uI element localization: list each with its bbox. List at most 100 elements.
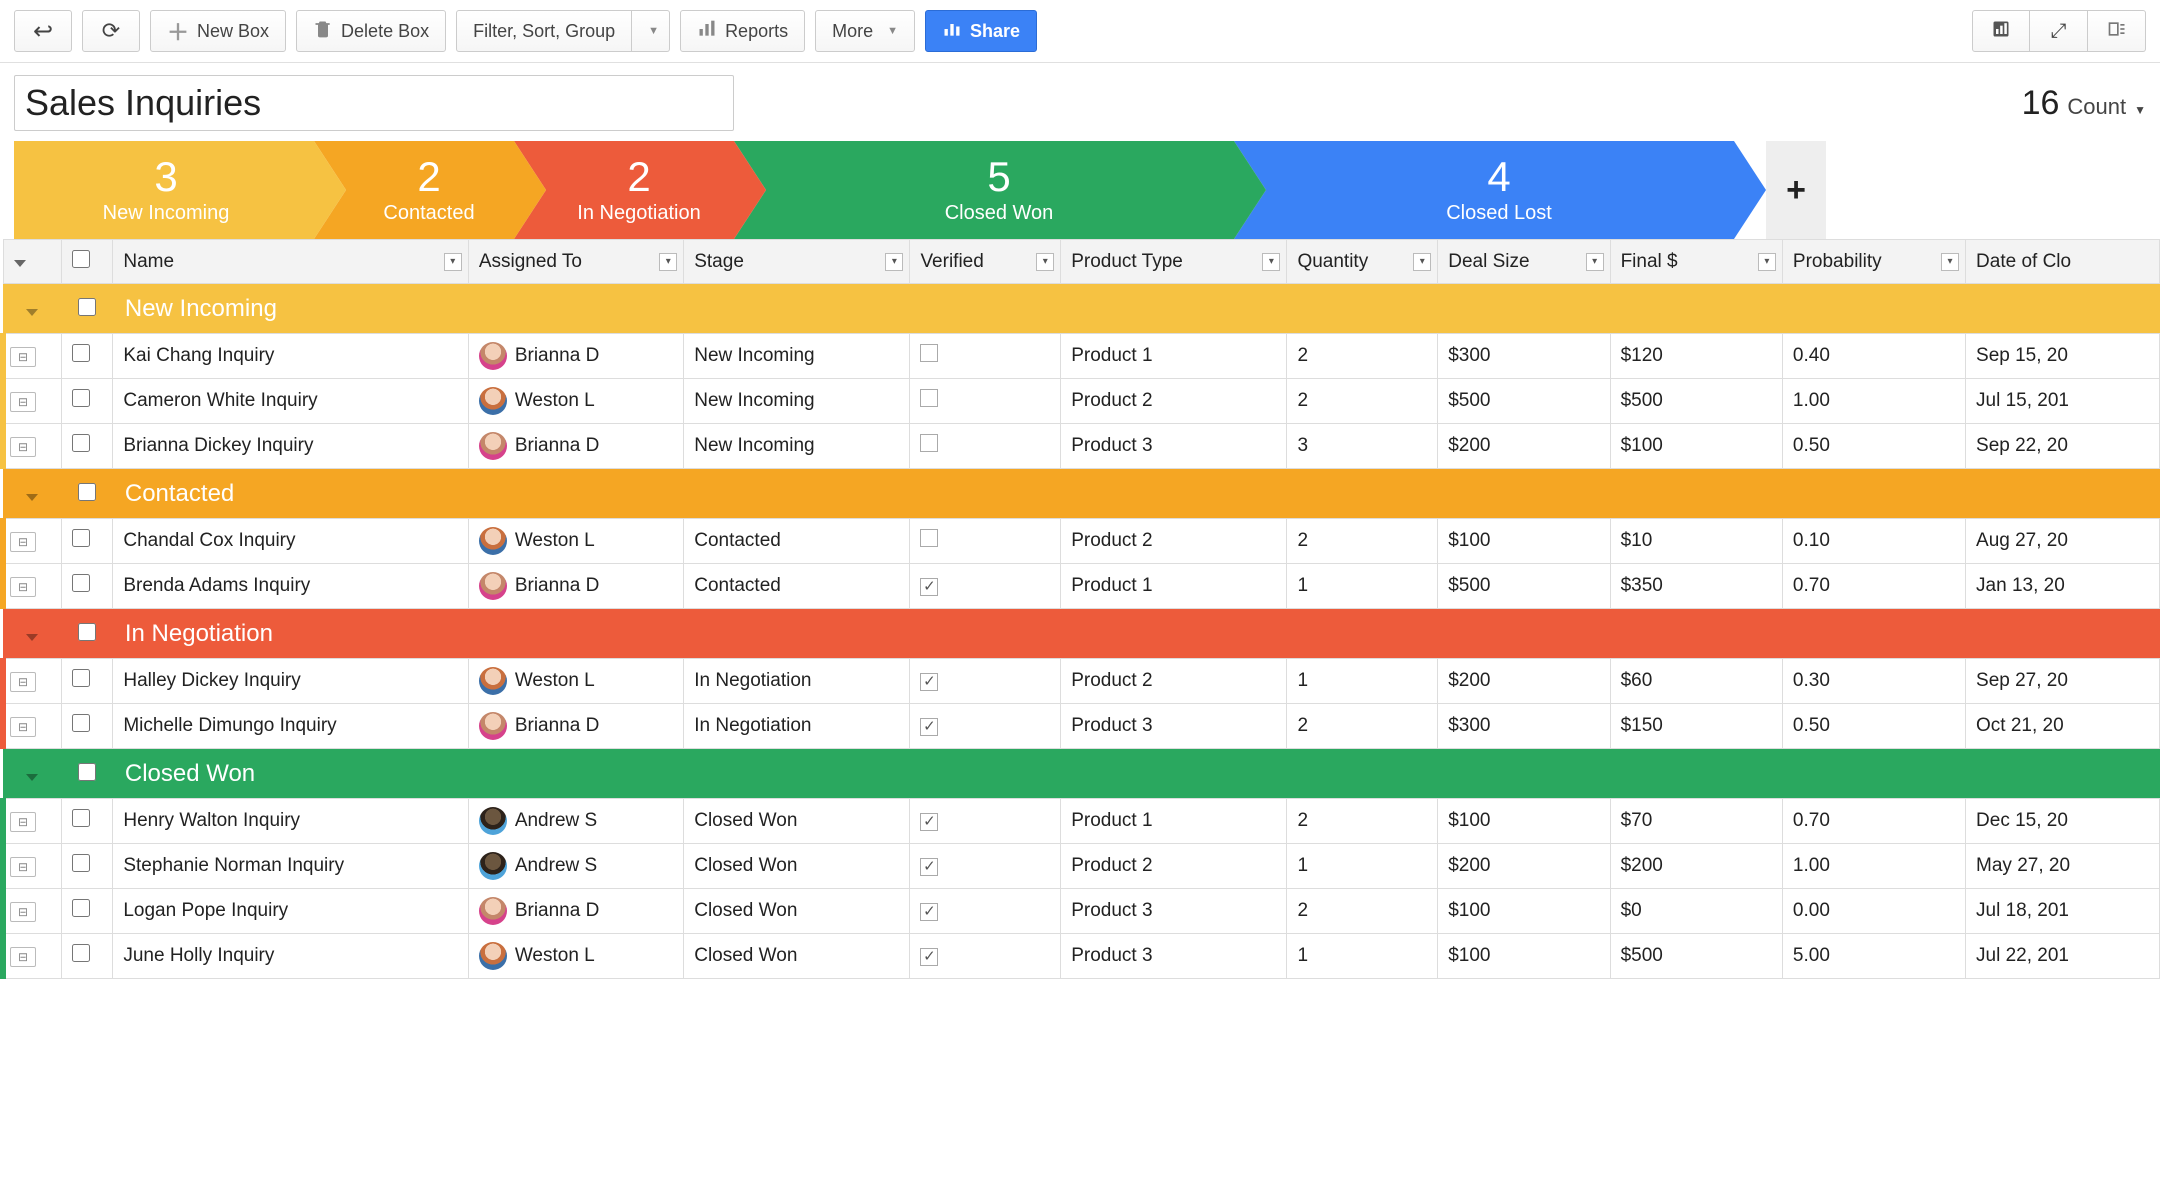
cell-deal-size[interactable]: $200	[1438, 844, 1610, 889]
verified-checkbox[interactable]	[920, 344, 938, 362]
record-count[interactable]: 16 Count ▼	[2022, 84, 2146, 123]
filter-main[interactable]: Filter, Sort, Group	[456, 10, 632, 52]
row-handle-cell[interactable]: ⊟	[3, 379, 61, 424]
group-select[interactable]	[61, 749, 113, 799]
row-expand-icon[interactable]: ⊟	[10, 392, 36, 412]
cell-final[interactable]: $60	[1610, 659, 1782, 704]
group-expand[interactable]	[3, 609, 61, 659]
cell-name[interactable]: Kai Chang Inquiry	[113, 334, 468, 379]
col-probability[interactable]: Probability▾	[1782, 240, 1965, 284]
cell-final[interactable]: $350	[1610, 564, 1782, 609]
row-checkbox[interactable]	[72, 669, 90, 687]
cell-name[interactable]: Cameron White Inquiry	[113, 379, 468, 424]
row-expand-icon[interactable]: ⊟	[10, 532, 36, 552]
row-handle-cell[interactable]: ⊟	[3, 334, 61, 379]
cell-name[interactable]: Chandal Cox Inquiry	[113, 519, 468, 564]
cell-name[interactable]: Halley Dickey Inquiry	[113, 659, 468, 704]
cell-product-type[interactable]: Product 3	[1061, 934, 1287, 979]
cell-name[interactable]: Michelle Dimungo Inquiry	[113, 704, 468, 749]
cell-quantity[interactable]: 1	[1287, 564, 1438, 609]
select-all-checkbox[interactable]	[72, 250, 90, 268]
cell-stage[interactable]: New Incoming	[684, 424, 910, 469]
table-row[interactable]: ⊟ Cameron White Inquiry Weston L New Inc…	[3, 379, 2160, 424]
cell-final[interactable]: $100	[1610, 424, 1782, 469]
cell-date[interactable]: Sep 27, 20	[1966, 659, 2160, 704]
cell-verified[interactable]	[910, 564, 1061, 609]
row-select-cell[interactable]	[61, 564, 113, 609]
cell-stage[interactable]: Closed Won	[684, 799, 910, 844]
group-checkbox[interactable]	[78, 763, 96, 781]
row-select-cell[interactable]	[61, 934, 113, 979]
row-checkbox[interactable]	[72, 344, 90, 362]
cell-assigned-to[interactable]: Brianna D	[468, 704, 683, 749]
cell-quantity[interactable]: 2	[1287, 704, 1438, 749]
cell-probability[interactable]: 0.50	[1782, 704, 1965, 749]
new-box-button[interactable]: ＋ New Box	[150, 10, 286, 52]
cell-deal-size[interactable]: $500	[1438, 564, 1610, 609]
cell-date[interactable]: Sep 22, 20	[1966, 424, 2160, 469]
cell-final[interactable]: $500	[1610, 379, 1782, 424]
col-date-close[interactable]: Date of Clo	[1966, 240, 2160, 284]
cell-assigned-to[interactable]: Weston L	[468, 934, 683, 979]
share-button[interactable]: Share	[925, 10, 1037, 52]
cell-verified[interactable]	[910, 334, 1061, 379]
cell-stage[interactable]: In Negotiation	[684, 704, 910, 749]
table-row[interactable]: ⊟ Chandal Cox Inquiry Weston L Contacted…	[3, 519, 2160, 564]
delete-box-button[interactable]: Delete Box	[296, 10, 446, 52]
verified-checkbox[interactable]	[920, 903, 938, 921]
verified-checkbox[interactable]	[920, 948, 938, 966]
cell-product-type[interactable]: Product 3	[1061, 704, 1287, 749]
table-row[interactable]: ⊟ Michelle Dimungo Inquiry Brianna D In …	[3, 704, 2160, 749]
col-product-type[interactable]: Product Type▾	[1061, 240, 1287, 284]
cell-stage[interactable]: In Negotiation	[684, 659, 910, 704]
group-header[interactable]: Contacted	[3, 469, 2160, 519]
cell-name[interactable]: Brianna Dickey Inquiry	[113, 424, 468, 469]
verified-checkbox[interactable]	[920, 434, 938, 452]
refresh-button[interactable]: ⟳	[82, 10, 140, 52]
row-expand-icon[interactable]: ⊟	[10, 717, 36, 737]
cell-verified[interactable]	[910, 889, 1061, 934]
verified-checkbox[interactable]	[920, 673, 938, 691]
group-expand[interactable]	[3, 749, 61, 799]
cell-final[interactable]: $150	[1610, 704, 1782, 749]
row-handle-cell[interactable]: ⊟	[3, 659, 61, 704]
cell-product-type[interactable]: Product 2	[1061, 379, 1287, 424]
row-expand-icon[interactable]: ⊟	[10, 672, 36, 692]
filter-dropdown[interactable]: ▼	[632, 10, 670, 52]
col-name[interactable]: Name▾	[113, 240, 468, 284]
view-expand-button[interactable]: ⤢	[2030, 10, 2088, 52]
row-expand-icon[interactable]: ⊟	[10, 902, 36, 922]
cell-date[interactable]: Oct 21, 20	[1966, 704, 2160, 749]
cell-date[interactable]: May 27, 20	[1966, 844, 2160, 889]
cell-probability[interactable]: 0.00	[1782, 889, 1965, 934]
cell-probability[interactable]: 0.50	[1782, 424, 1965, 469]
cell-assigned-to[interactable]: Brianna D	[468, 334, 683, 379]
cell-assigned-to[interactable]: Weston L	[468, 519, 683, 564]
view-chart-button[interactable]	[1972, 10, 2030, 52]
group-checkbox[interactable]	[78, 483, 96, 501]
row-select-cell[interactable]	[61, 519, 113, 564]
cell-assigned-to[interactable]: Brianna D	[468, 564, 683, 609]
row-expand-icon[interactable]: ⊟	[10, 437, 36, 457]
cell-name[interactable]: June Holly Inquiry	[113, 934, 468, 979]
cell-product-type[interactable]: Product 1	[1061, 799, 1287, 844]
row-checkbox[interactable]	[72, 529, 90, 547]
pipeline-stage[interactable]: 2 In Negotiation	[514, 141, 734, 239]
group-header[interactable]: Closed Won	[3, 749, 2160, 799]
row-handle-cell[interactable]: ⊟	[3, 934, 61, 979]
row-select-cell[interactable]	[61, 424, 113, 469]
cell-verified[interactable]	[910, 659, 1061, 704]
row-checkbox[interactable]	[72, 944, 90, 962]
cell-stage[interactable]: New Incoming	[684, 379, 910, 424]
cell-quantity[interactable]: 2	[1287, 889, 1438, 934]
row-select-cell[interactable]	[61, 799, 113, 844]
table-row[interactable]: ⊟ Kai Chang Inquiry Brianna D New Incomi…	[3, 334, 2160, 379]
cell-product-type[interactable]: Product 2	[1061, 519, 1287, 564]
cell-date[interactable]: Sep 15, 20	[1966, 334, 2160, 379]
cell-product-type[interactable]: Product 3	[1061, 424, 1287, 469]
table-row[interactable]: ⊟ Stephanie Norman Inquiry Andrew S Clos…	[3, 844, 2160, 889]
cell-assigned-to[interactable]: Brianna D	[468, 424, 683, 469]
row-select-cell[interactable]	[61, 704, 113, 749]
pipeline-stage[interactable]: 5 Closed Won	[734, 141, 1234, 239]
cell-probability[interactable]: 0.10	[1782, 519, 1965, 564]
